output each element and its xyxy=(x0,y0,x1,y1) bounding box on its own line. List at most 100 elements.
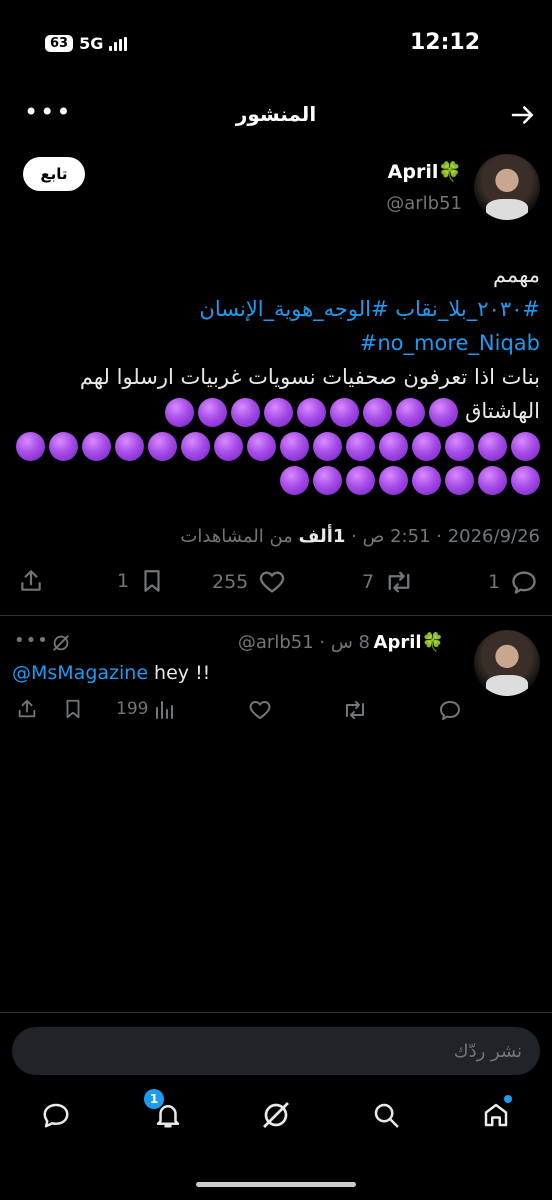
notification-badge: 1 xyxy=(144,1089,164,1109)
purple-circle-emoji xyxy=(478,431,507,461)
purple-circle-emoji xyxy=(511,465,540,495)
views-count[interactable]: 1ألف xyxy=(299,526,346,547)
share-icon xyxy=(18,699,36,718)
tweet-line: بنات اذا تعرفون صحفيات نسويات غربيات ارس… xyxy=(12,360,540,428)
purple-circle-emoji xyxy=(297,397,327,427)
home-indicator-dot xyxy=(504,1095,512,1103)
purple-circle-emoji xyxy=(445,465,474,495)
follow-button[interactable]: تابع xyxy=(23,157,85,191)
reply-compose-input[interactable]: نشر ردّك xyxy=(12,1027,540,1075)
notifications-icon[interactable]: 1 xyxy=(144,1089,188,1135)
reply-count: 1 xyxy=(488,571,501,593)
reply-more-icon[interactable]: ••• xyxy=(14,630,49,651)
reply-views-count: 199 xyxy=(116,699,149,719)
hashtag-link[interactable]: #٢٠٣٠_بلا_نقاب #الوجه_هوية_الإنسان xyxy=(12,292,540,326)
reply-body: @MsMagazine hey !! xyxy=(12,662,210,684)
purple-circle-emoji xyxy=(445,431,474,461)
purple-circle-emoji xyxy=(363,397,393,427)
messages-icon[interactable] xyxy=(36,1095,76,1135)
share-button[interactable] xyxy=(18,568,44,594)
purple-circle-emoji xyxy=(165,397,195,427)
purple-circle-emoji xyxy=(511,431,540,461)
purple-circle-emoji xyxy=(264,397,294,427)
reply-share-button[interactable] xyxy=(16,698,38,720)
divider xyxy=(0,615,552,616)
back-arrow-icon[interactable] xyxy=(508,100,538,130)
like-count: 255 xyxy=(212,571,249,593)
purple-circle-emoji xyxy=(280,431,309,461)
reply-avatar[interactable] xyxy=(474,630,540,696)
views-icon xyxy=(156,701,174,719)
reply-retweet-button[interactable] xyxy=(342,698,368,722)
purple-circle-emoji xyxy=(247,431,276,461)
tweet-time: 2:51 ص xyxy=(362,526,431,547)
tweet-body: مهمم #٢٠٣٠_بلا_نقاب #الوجه_هوية_الإنسان … xyxy=(12,258,540,496)
reply-comment-button[interactable] xyxy=(438,698,462,722)
retweet-button[interactable]: 7 xyxy=(362,568,414,596)
bookmark-button[interactable]: 1 xyxy=(117,568,165,594)
purple-circle-emoji xyxy=(231,397,261,427)
status-indicators: 63 5G xyxy=(45,34,128,53)
reply-text: hey !! xyxy=(148,662,211,684)
mention-link[interactable]: @MsMagazine xyxy=(12,662,148,684)
heart-icon xyxy=(249,701,271,719)
author-name[interactable]: April🍀 xyxy=(388,160,462,183)
tweet-actions: 1 255 7 1 xyxy=(12,568,540,608)
purple-circle-emoji xyxy=(330,397,360,427)
purple-circle-emoji xyxy=(346,465,375,495)
purple-circle-emoji xyxy=(16,431,45,461)
gesture-bar xyxy=(196,1182,356,1187)
tweet-meta: 2026/9/26 · 2:51 ص · 1ألف من المشاهدات xyxy=(180,526,540,547)
purple-circle-emoji xyxy=(82,431,111,461)
bookmark-count: 1 xyxy=(117,570,130,592)
purple-circle-emoji xyxy=(379,465,408,495)
bookmark-icon xyxy=(66,699,80,719)
reply-actions: 199 xyxy=(12,698,540,722)
avatar[interactable] xyxy=(474,154,540,220)
page-title: المنشور xyxy=(235,102,317,126)
like-button[interactable]: 255 xyxy=(212,568,286,596)
reply-bookmark-button[interactable] xyxy=(62,698,84,720)
purple-circle-emoji xyxy=(379,431,408,461)
tweet-line: مهمم xyxy=(492,263,540,287)
bookmark-icon xyxy=(144,570,160,592)
purple-circle-emoji xyxy=(115,431,144,461)
purple-circle-emoji xyxy=(346,431,375,461)
battery-icon: 63 xyxy=(45,35,74,52)
purple-circle-emoji xyxy=(181,431,210,461)
divider xyxy=(0,1012,552,1013)
purple-circle-emoji xyxy=(49,431,78,461)
purple-circle-emoji xyxy=(280,465,309,495)
tweet-date: 2026/9/26 xyxy=(447,526,540,547)
purple-circle-emoji xyxy=(412,431,441,461)
purple-circle-emoji xyxy=(313,431,342,461)
search-icon[interactable] xyxy=(366,1095,406,1135)
reply-handle[interactable]: @arlb51 xyxy=(238,632,314,653)
purple-circle-emoji xyxy=(429,397,459,427)
comment-icon xyxy=(512,571,536,594)
reply-meta: 8 س · @arlb51 xyxy=(237,632,370,653)
views-label: من المشاهدات xyxy=(180,526,293,547)
author-handle[interactable]: @arlb51 xyxy=(386,193,462,214)
grok-icon[interactable] xyxy=(50,632,72,654)
heart-icon xyxy=(260,571,285,593)
reply-author-name[interactable]: April🍀 xyxy=(374,632,444,653)
purple-circle-emoji xyxy=(478,465,507,495)
reply-views-button[interactable]: 199 xyxy=(116,698,174,720)
hashtag-link[interactable]: #no_more_Niqab xyxy=(12,326,540,360)
share-icon xyxy=(21,570,41,591)
purple-circle-emoji xyxy=(198,397,228,427)
retweet-icon xyxy=(388,571,410,593)
purple-circle-emoji xyxy=(148,431,177,461)
retweet-count: 7 xyxy=(362,571,375,593)
network-label: 5G xyxy=(79,34,104,53)
purple-circle-emoji xyxy=(412,465,441,495)
reply-like-button[interactable] xyxy=(248,698,272,722)
signal-icon xyxy=(109,36,128,51)
home-icon[interactable] xyxy=(476,1095,516,1135)
grok-nav-icon[interactable] xyxy=(256,1095,296,1135)
reply-button[interactable]: 1 xyxy=(488,568,538,596)
purple-circle-emoji xyxy=(396,397,426,427)
reply-time: 8 س xyxy=(330,632,370,653)
purple-circle-emoji xyxy=(214,431,243,461)
